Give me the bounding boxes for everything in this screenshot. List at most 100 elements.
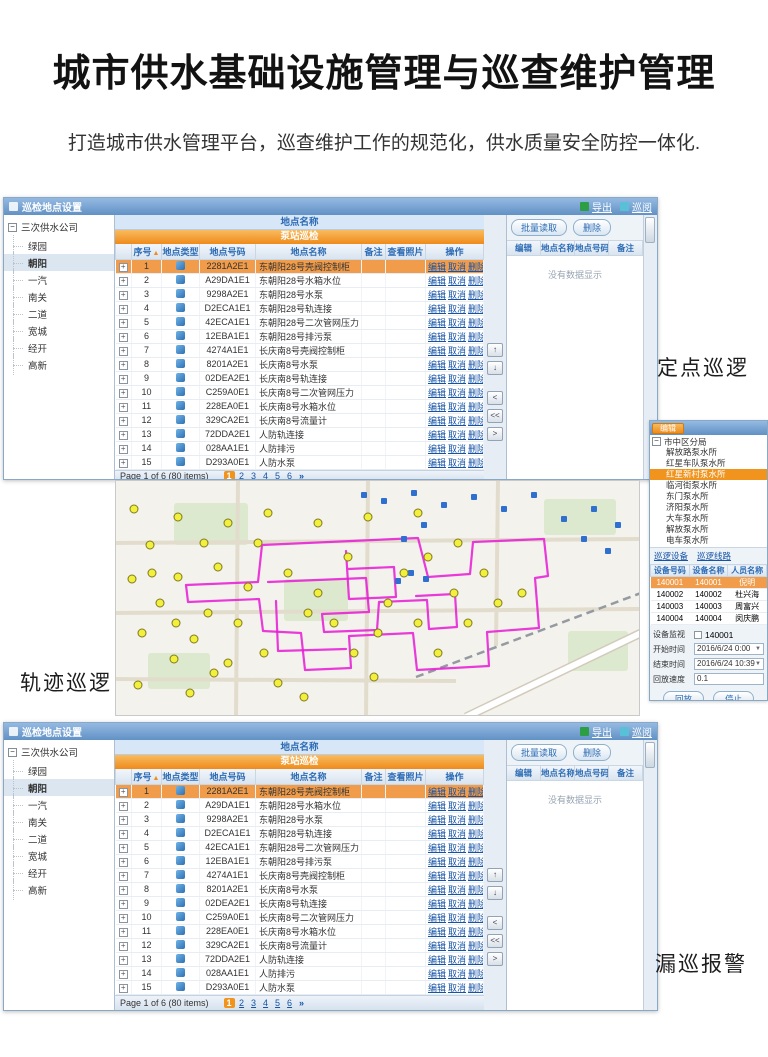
cancel-link[interactable]: 取消 <box>448 815 466 825</box>
patrol-point-marker[interactable] <box>518 589 526 597</box>
location-row[interactable]: + 11 228EA0E1 长庆南8号水箱水位 编辑取消删除 <box>116 399 484 413</box>
patrol-point-marker[interactable] <box>134 681 142 689</box>
location-row[interactable]: + 9 02DEA2E1 长庆南8号轨连接 编辑取消删除 <box>116 371 484 385</box>
tree-item-region[interactable]: 南关 <box>4 813 114 830</box>
map-poi-icon[interactable] <box>411 490 417 496</box>
expand-icon[interactable]: + <box>119 445 128 454</box>
tree-item-region[interactable]: 二道 <box>4 305 114 322</box>
column-type[interactable]: 地点类型 <box>162 244 200 259</box>
column-seq[interactable]: 序号▲ <box>132 769 162 784</box>
location-row[interactable]: + 12 329CA2E1 长庆南8号流量计 编辑取消删除 <box>116 938 484 952</box>
edit-link[interactable]: 编辑 <box>428 444 446 454</box>
device-column-header[interactable]: 人员名称 <box>728 565 767 577</box>
patrol-point-marker[interactable] <box>260 649 268 657</box>
tree-item-region[interactable]: 二道 <box>4 830 114 847</box>
delete-link[interactable]: 删除 <box>468 360 483 370</box>
edit-link[interactable]: 编辑 <box>428 871 446 881</box>
cancel-link[interactable]: 取消 <box>448 801 466 811</box>
delete-link[interactable]: 删除 <box>468 444 483 454</box>
map-poi-icon[interactable] <box>471 494 477 500</box>
patrol-point-marker[interactable] <box>274 679 282 687</box>
patrol-point-marker[interactable] <box>200 539 208 547</box>
patrol-point-marker[interactable] <box>400 569 408 577</box>
expand-icon[interactable]: + <box>119 417 128 426</box>
expand-icon[interactable]: + <box>119 305 128 314</box>
column-photo[interactable]: 查看照片 <box>386 769 426 784</box>
device-row[interactable]: 140004 140004 闵庆鹏 <box>651 613 767 625</box>
tree-item-region[interactable]: 一汽 <box>4 796 114 813</box>
move-right-button[interactable]: > <box>487 427 503 441</box>
refresh-link[interactable]: 巡阅 <box>620 724 652 739</box>
page-number-current[interactable]: 1 <box>224 471 235 480</box>
page-number[interactable]: 3 <box>249 998 259 1008</box>
move-left-button[interactable]: < <box>487 391 503 405</box>
edit-link[interactable]: 编辑 <box>428 829 446 839</box>
move-up-button[interactable]: ↑ <box>487 868 503 882</box>
tree-item-region[interactable]: 经开 <box>4 339 114 356</box>
cancel-link[interactable]: 取消 <box>448 787 466 797</box>
column-ops[interactable]: 操作 <box>426 244 484 259</box>
cancel-link[interactable]: 取消 <box>448 262 466 272</box>
delete-link[interactable]: 删除 <box>468 913 483 923</box>
column-ops[interactable]: 操作 <box>426 769 484 784</box>
map-poi-icon[interactable] <box>605 548 611 554</box>
patrol-point-marker[interactable] <box>304 609 312 617</box>
edit-link[interactable]: 编辑 <box>428 913 446 923</box>
expand-icon[interactable]: + <box>119 970 128 979</box>
refresh-link[interactable]: 巡阅 <box>620 199 652 214</box>
delete-link[interactable]: 删除 <box>468 346 483 356</box>
station-tree-item[interactable]: 红星新村泵水所 <box>650 469 767 480</box>
map-poi-icon[interactable] <box>408 570 414 576</box>
location-row[interactable]: + 13 72DDA2E1 人防轨连接 编辑取消删除 <box>116 427 484 441</box>
monitor-checkbox[interactable] <box>694 631 702 639</box>
delete-link[interactable]: 删除 <box>468 871 483 881</box>
cancel-link[interactable]: 取消 <box>448 983 466 993</box>
cancel-link[interactable]: 取消 <box>448 927 466 937</box>
delete-link[interactable]: 删除 <box>468 318 483 328</box>
cancel-link[interactable]: 取消 <box>448 430 466 440</box>
expand-icon[interactable]: + <box>119 389 128 398</box>
move-right-button[interactable]: > <box>487 952 503 966</box>
column-code[interactable]: 地点号码 <box>200 244 256 259</box>
expand-icon[interactable]: + <box>119 347 128 356</box>
cancel-link[interactable]: 取消 <box>448 276 466 286</box>
patrol-point-marker[interactable] <box>156 599 164 607</box>
delete-link[interactable]: 删除 <box>468 801 483 811</box>
edit-link[interactable]: 编辑 <box>428 276 446 286</box>
expand-icon[interactable]: + <box>119 375 128 384</box>
patrol-point-marker[interactable] <box>224 659 232 667</box>
edit-link[interactable]: 编辑 <box>428 899 446 909</box>
location-row[interactable]: + 9 02DEA2E1 长庆南8号轨连接 编辑取消删除 <box>116 896 484 910</box>
location-row[interactable]: + 7 4274A1E1 长庆南8号壳阀控制柜 编辑取消删除 <box>116 343 484 357</box>
patrol-point-marker[interactable] <box>464 619 472 627</box>
move-all-left-button[interactable]: << <box>487 934 503 948</box>
delete-link[interactable]: 删除 <box>468 374 483 384</box>
location-row[interactable]: + 11 228EA0E1 长庆南8号水箱水位 编辑取消删除 <box>116 924 484 938</box>
patrol-point-marker[interactable] <box>344 553 352 561</box>
edit-link[interactable]: 编辑 <box>428 416 446 426</box>
delete-link[interactable]: 删除 <box>468 430 483 440</box>
move-up-button[interactable]: ↑ <box>487 343 503 357</box>
cancel-link[interactable]: 取消 <box>448 969 466 979</box>
page-next[interactable]: » <box>297 471 307 480</box>
location-row[interactable]: + 10 C259A0E1 长庆南8号二次管网压力 编辑取消删除 <box>116 385 484 399</box>
patrol-point-marker[interactable] <box>174 573 182 581</box>
patrol-point-marker[interactable] <box>454 539 462 547</box>
location-row[interactable]: + 15 D293A0E1 人防水泵 编辑取消删除 <box>116 455 484 469</box>
edit-link[interactable]: 编辑 <box>428 304 446 314</box>
batch-read-button[interactable]: 批量读取 <box>511 219 567 236</box>
cancel-link[interactable]: 取消 <box>448 843 466 853</box>
edit-link[interactable]: 编辑 <box>428 318 446 328</box>
patrol-point-marker[interactable] <box>450 589 458 597</box>
tree-root-company[interactable]: −三次供水公司 <box>4 743 114 762</box>
delete-link[interactable]: 删除 <box>468 276 483 286</box>
patrol-point-marker[interactable] <box>174 513 182 521</box>
delete-link[interactable]: 删除 <box>468 857 483 867</box>
cancel-link[interactable]: 取消 <box>448 416 466 426</box>
expand-icon[interactable]: + <box>119 431 128 440</box>
location-row[interactable]: + 14 028AA1E1 人防排污 编辑取消删除 <box>116 441 484 455</box>
speed-input[interactable]: 0.1 <box>694 673 764 685</box>
device-column-header[interactable]: 设备名称 <box>689 565 728 577</box>
expand-icon[interactable]: + <box>119 361 128 370</box>
map-poi-icon[interactable] <box>441 502 447 508</box>
